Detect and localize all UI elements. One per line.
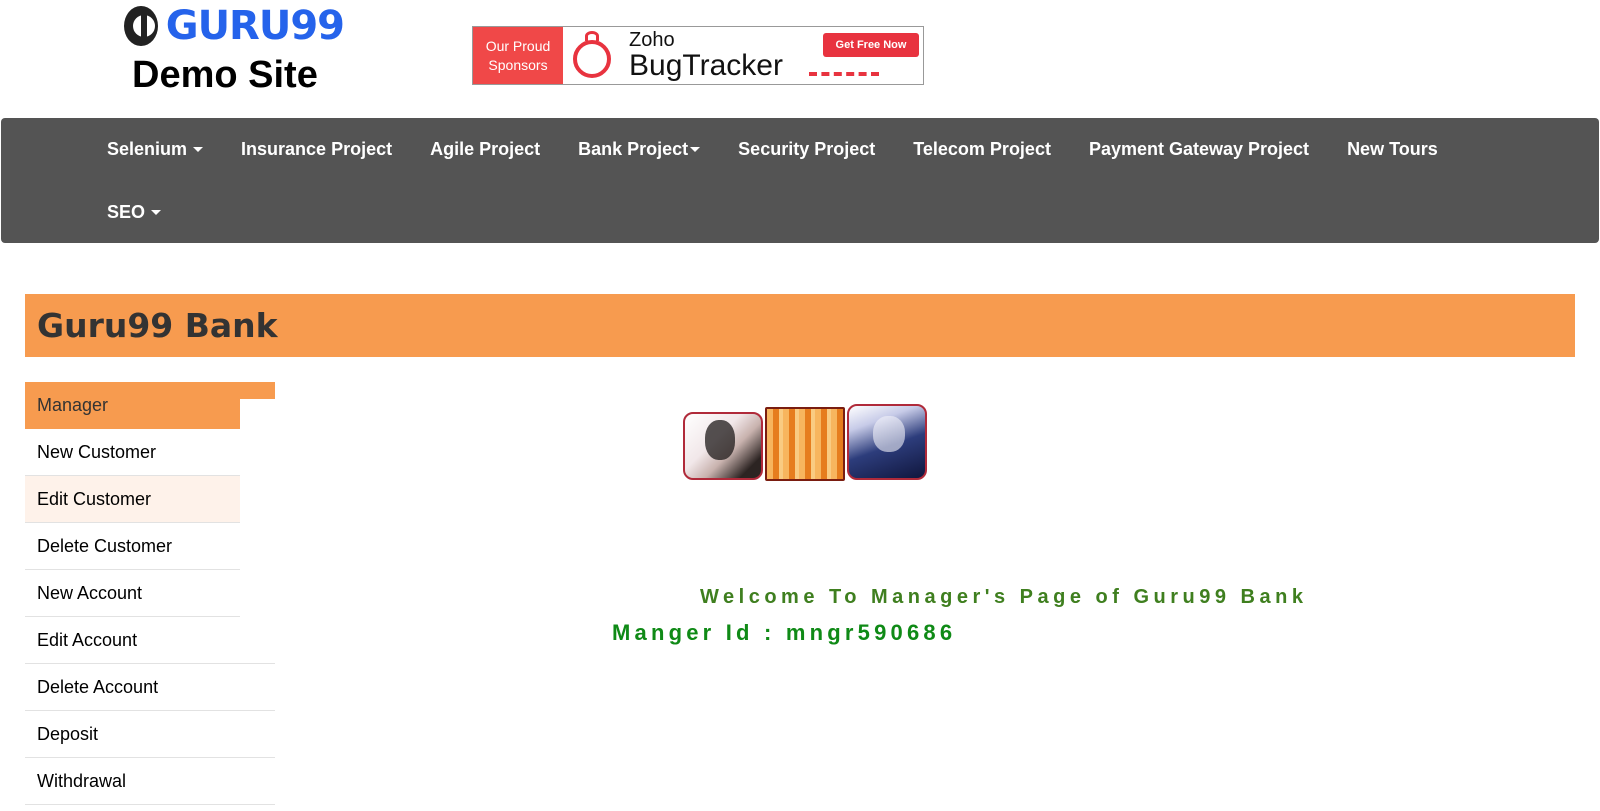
logo-text: GURU99	[165, 3, 345, 49]
welcome-message: Welcome To Manager's Page of Guru99 Bank	[700, 586, 1308, 608]
sponsor-text: Zoho BugTracker	[625, 27, 783, 84]
nav-label-telecom-project: Telecom Project	[913, 139, 1051, 159]
bug-body-shape	[573, 40, 611, 78]
menu-label-new-account: New Account	[37, 582, 143, 603]
bank-banner-image	[683, 404, 927, 481]
site-header: GURU99 Demo Site Our Proud Sponsors Zoho…	[0, 0, 1600, 116]
nav-item-insurance-project[interactable]: Insurance Project	[222, 118, 411, 181]
nav-label-payment-gateway-project: Payment Gateway Project	[1088, 139, 1310, 159]
page-title: Guru99 Bank	[37, 306, 278, 345]
menu-item-new-account[interactable]: New Account	[25, 570, 240, 617]
guru99-logo-icon	[124, 6, 158, 46]
nav-label-agile-project: Agile Project	[430, 139, 541, 159]
menu-label-new-customer: New Customer	[37, 441, 157, 462]
menu-label-delete-customer: Delete Customer	[37, 535, 173, 556]
sponsor-product: BugTracker	[629, 48, 783, 82]
main-navbar: Selenium Insurance Project Agile Project…	[1, 118, 1599, 243]
bank-title-banner: Guru99 Bank	[25, 294, 1575, 357]
photo-figure-shape	[705, 420, 735, 460]
caret-down-icon	[193, 147, 204, 152]
sponsor-brand: Zoho	[629, 28, 675, 51]
bug-icon	[563, 27, 625, 84]
nav-label-new-tours: New Tours	[1347, 139, 1438, 159]
nav-item-bank-project[interactable]: Bank Project	[559, 118, 719, 181]
nav-item-selenium[interactable]: Selenium	[88, 118, 222, 181]
nav-label-security-project: Security Project	[738, 139, 876, 159]
nav-item-new-tours[interactable]: New Tours	[1328, 118, 1457, 181]
nav-label-selenium: Selenium	[107, 139, 188, 159]
menu-label-edit-customer: Edit Customer	[37, 488, 152, 509]
sponsor-label-line1: Our Proud	[485, 37, 551, 54]
menu-item-delete-account[interactable]: Delete Account	[25, 664, 275, 711]
menu-label-withdrawal: Withdrawal	[37, 770, 127, 791]
logo-row: GURU99	[124, 3, 345, 49]
nav-list: Selenium Insurance Project Agile Project…	[88, 118, 1488, 244]
menu-item-edit-customer[interactable]: Edit Customer	[25, 476, 240, 523]
menu-item-deposit[interactable]: Deposit	[25, 711, 275, 758]
nav-label-seo: SEO	[107, 202, 146, 222]
banner-photo-phone	[683, 412, 763, 480]
guru99-logo[interactable]: GURU99 Demo Site	[124, 3, 345, 100]
nav-label-bank-project: Bank Project	[578, 139, 689, 159]
menu-item-manager[interactable]: Manager	[25, 382, 240, 429]
sponsor-label-line2: Sponsors	[488, 56, 548, 73]
menu-item-withdrawal[interactable]: Withdrawal	[25, 758, 275, 805]
menu-item-edit-account[interactable]: Edit Account	[25, 617, 275, 664]
menu-item-new-customer[interactable]: New Customer	[25, 429, 240, 476]
nav-item-telecom-project[interactable]: Telecom Project	[894, 118, 1070, 181]
nav-item-payment-gateway-project[interactable]: Payment Gateway Project	[1070, 118, 1328, 181]
sponsor-banner[interactable]: Our Proud Sponsors Zoho BugTracker Get F…	[472, 26, 924, 85]
manager-side-menu: Manager New Customer Edit Customer Delet…	[25, 382, 275, 805]
get-free-now-button[interactable]: Get Free Now	[823, 33, 919, 57]
menu-label-delete-account: Delete Account	[37, 676, 159, 697]
nav-item-security-project[interactable]: Security Project	[719, 118, 894, 181]
menu-item-delete-customer[interactable]: Delete Customer	[25, 523, 240, 570]
caret-down-icon	[151, 210, 162, 215]
manager-id: Manger Id : mngr590686	[612, 620, 957, 645]
nav-label-insurance-project: Insurance Project	[241, 139, 393, 159]
menu-label-manager: Manager	[37, 395, 109, 415]
banner-photo-woman	[847, 404, 927, 480]
logo-subtitle: Demo Site	[132, 54, 318, 96]
menu-header-tab	[240, 382, 275, 399]
nav-item-seo[interactable]: SEO	[88, 181, 180, 244]
banner-photo-coins	[765, 407, 845, 481]
sponsor-label: Our Proud Sponsors	[473, 27, 563, 84]
menu-label-deposit: Deposit	[37, 723, 99, 744]
dashed-arrow-icon	[809, 72, 879, 76]
photo-figure-shape	[873, 416, 905, 452]
menu-label-edit-account: Edit Account	[37, 629, 138, 650]
nav-item-agile-project[interactable]: Agile Project	[411, 118, 559, 181]
caret-down-icon	[690, 147, 701, 152]
